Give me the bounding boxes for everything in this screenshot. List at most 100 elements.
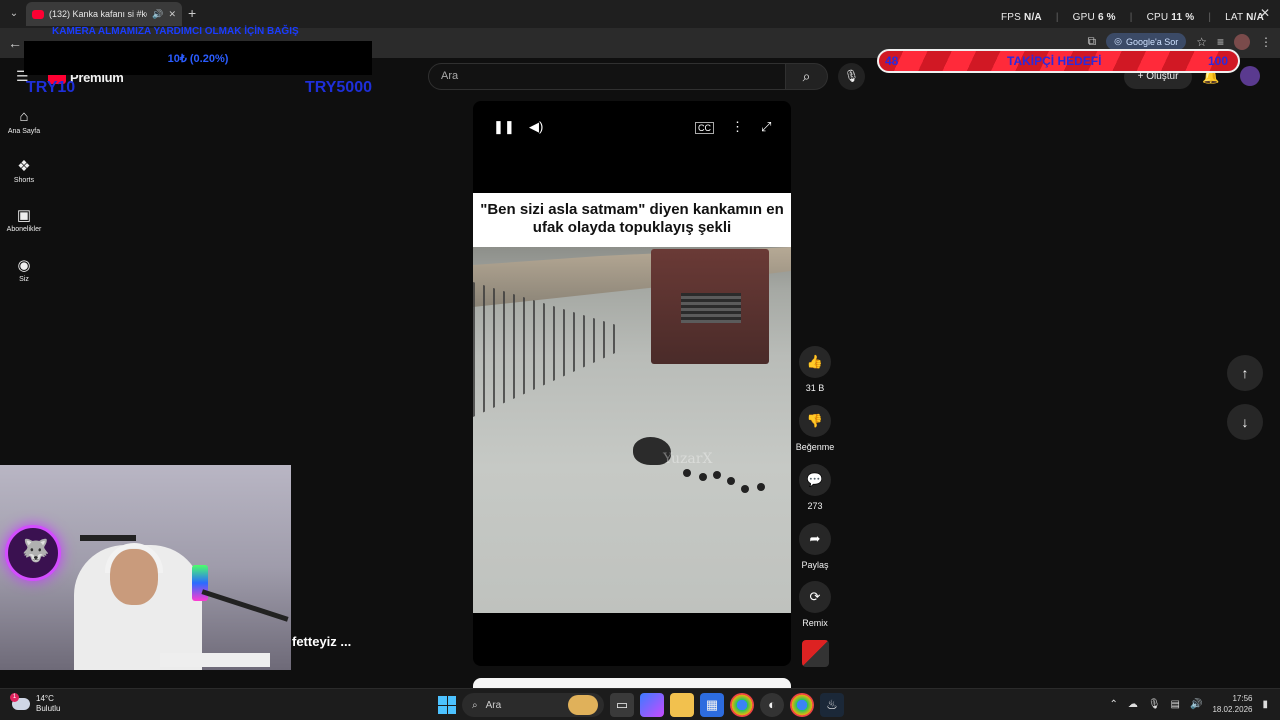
- wall-shelf: [80, 535, 136, 541]
- task-view-icon[interactable]: ▭: [610, 693, 634, 717]
- weather-text: 14°C Bulutlu: [36, 694, 60, 714]
- sidebar-item-label: Shorts: [13, 177, 35, 184]
- shorts-video-player[interactable]: ❚❚ ◀) CC ⋮ ⤢ "Ben sizi asla satmam" diye…: [473, 101, 791, 666]
- search-placeholder: Ara: [441, 70, 459, 82]
- follower-goal-label: TAKİPÇİ HEDEFİ: [1007, 54, 1102, 68]
- sidebar-item-label: Abonelikler: [6, 226, 42, 233]
- dislike-button[interactable]: 👎 Beğenme: [795, 405, 835, 452]
- taskbar-search-placeholder: Ara: [485, 699, 502, 711]
- sidebar-item-you[interactable]: ◉ Siz: [0, 256, 48, 283]
- performance-stats-overlay: FPS N/A | GPU 6 % | CPU 11 % | LAT N/A: [1001, 12, 1264, 23]
- next-video-button[interactable]: ↓: [1227, 404, 1263, 440]
- sidebar-item-label: Ana Sayfa: [7, 128, 41, 135]
- video-watermark: YuzarX: [663, 451, 713, 467]
- stats-divider: |: [1129, 12, 1133, 23]
- mic-arm: [201, 589, 289, 622]
- comments-button[interactable]: 💬 273: [795, 464, 835, 511]
- lat-label: LAT: [1225, 12, 1244, 23]
- tab-close-icon[interactable]: ✕: [168, 9, 176, 20]
- follower-current: 48: [885, 54, 899, 68]
- user-avatar[interactable]: [1240, 66, 1260, 86]
- donation-current: TRY10: [26, 79, 76, 96]
- tab-audio-icon[interactable]: 🔊: [152, 9, 163, 20]
- notifications-icon[interactable]: ▮: [1262, 699, 1268, 710]
- gosling: [699, 473, 707, 481]
- stats-divider: |: [1208, 12, 1212, 23]
- tray-overflow-icon[interactable]: ⌃: [1109, 699, 1117, 710]
- comment-icon: 💬: [799, 464, 831, 496]
- browser-menu-icon[interactable]: ⋮: [1260, 35, 1272, 49]
- copilot-icon[interactable]: [640, 693, 664, 717]
- truck-grill: [681, 293, 741, 323]
- shorts-icon: ❖: [17, 158, 31, 175]
- thumbs-down-icon: 👎: [799, 405, 831, 437]
- more-options-icon[interactable]: ⋮: [731, 119, 744, 135]
- donation-progress-text: 10₺ (0.20%): [167, 53, 229, 65]
- like-button[interactable]: 👍 31 B: [795, 346, 835, 393]
- onedrive-icon[interactable]: ☁: [1128, 699, 1138, 710]
- sidebar-item-shorts[interactable]: ❖ Shorts: [0, 157, 48, 184]
- chrome-profile-icon[interactable]: [790, 693, 814, 717]
- sound-thumbnail[interactable]: [802, 640, 829, 667]
- pause-icon[interactable]: ❚❚: [493, 119, 515, 135]
- obs-icon[interactable]: ◐: [760, 693, 784, 717]
- tab-search-icon[interactable]: ⌄: [6, 6, 22, 22]
- file-explorer-icon[interactable]: [670, 693, 694, 717]
- gosling: [757, 483, 765, 491]
- chrome-icon[interactable]: [730, 693, 754, 717]
- store-icon[interactable]: ▦: [700, 693, 724, 717]
- wolf-neon-sign: 🐺: [5, 525, 61, 581]
- share-icon: ➦: [799, 523, 831, 555]
- remix-icon: ⟳: [799, 581, 831, 613]
- captions-icon[interactable]: CC: [695, 122, 714, 134]
- volume-tray-icon[interactable]: 🔊: [1190, 699, 1202, 710]
- arrow-up-icon: ↑: [1241, 365, 1249, 381]
- bookmark-star-icon[interactable]: ☆: [1196, 35, 1207, 49]
- back-arrow-icon[interactable]: ←: [8, 35, 22, 51]
- keyboard: [160, 653, 270, 667]
- voice-search-button[interactable]: 🎙: [838, 63, 865, 90]
- cast-icon[interactable]: ⧉: [1088, 34, 1097, 49]
- fps-label: FPS: [1000, 12, 1022, 23]
- new-tab-button[interactable]: +: [188, 5, 196, 21]
- thumbs-up-icon: 👍: [799, 346, 831, 378]
- tab-title: (132) Kanka kafanı si #keşfe: [49, 9, 147, 19]
- window-close-icon[interactable]: ✕: [1260, 6, 1270, 20]
- fps-value: N/A: [1024, 12, 1042, 23]
- share-button[interactable]: ➦ Paylaş: [795, 523, 835, 570]
- taskbar-search[interactable]: ⌕ Ara: [462, 693, 604, 717]
- gosling: [713, 471, 721, 479]
- wolf-icon: 🐺: [22, 538, 50, 563]
- gpu-label: GPU: [1072, 12, 1095, 23]
- sidebar-item-home[interactable]: ⌂ Ana Sayfa: [0, 108, 48, 135]
- sidebar-item-subscriptions[interactable]: ▣ Abonelikler: [0, 206, 48, 233]
- lens-icon: ◎: [1114, 36, 1122, 46]
- remix-button[interactable]: ⟳ Remix: [795, 581, 835, 628]
- system-tray: ⌃ ☁ 🎙 ▤ 🔊 17:56 18.02.2026 ▮: [1109, 693, 1268, 715]
- mic-tray-icon[interactable]: 🎙: [1148, 699, 1161, 710]
- follower-goal-target: 100: [1207, 54, 1228, 68]
- gosling: [741, 485, 749, 493]
- browser-profile-avatar[interactable]: [1234, 33, 1250, 50]
- donation-goal-title: KAMERA ALMAMIZA YARDIMCI OLMAK İÇİN BAĞI…: [52, 26, 299, 37]
- search-highlight-icon: [568, 695, 598, 715]
- previous-video-button[interactable]: ↑: [1227, 355, 1263, 391]
- weather-widget[interactable]: 1 14°C Bulutlu: [10, 693, 60, 714]
- search-input[interactable]: Ara: [428, 63, 786, 90]
- search-button[interactable]: ⌕: [786, 63, 828, 90]
- cpu-value: 11 %: [1171, 12, 1195, 23]
- windows-start-icon[interactable]: [438, 696, 456, 714]
- subscriptions-icon: ▣: [16, 207, 32, 224]
- home-icon: ⌂: [19, 108, 29, 125]
- browser-tab[interactable]: (132) Kanka kafanı si #keşfe 🔊 ✕: [26, 2, 182, 26]
- clock[interactable]: 17:56 18.02.2026: [1212, 693, 1252, 715]
- google-lens-button[interactable]: ◎ Google'a Sor: [1106, 33, 1187, 50]
- network-icon[interactable]: ▤: [1171, 699, 1180, 710]
- fullscreen-icon[interactable]: ⤢: [761, 119, 771, 135]
- reading-list-icon[interactable]: ≡: [1217, 35, 1224, 49]
- volume-icon[interactable]: ◀): [529, 119, 543, 135]
- share-label: Paylaş: [801, 560, 829, 570]
- steam-icon[interactable]: ♨: [820, 693, 844, 717]
- gosling: [683, 469, 691, 477]
- gosling: [727, 477, 735, 485]
